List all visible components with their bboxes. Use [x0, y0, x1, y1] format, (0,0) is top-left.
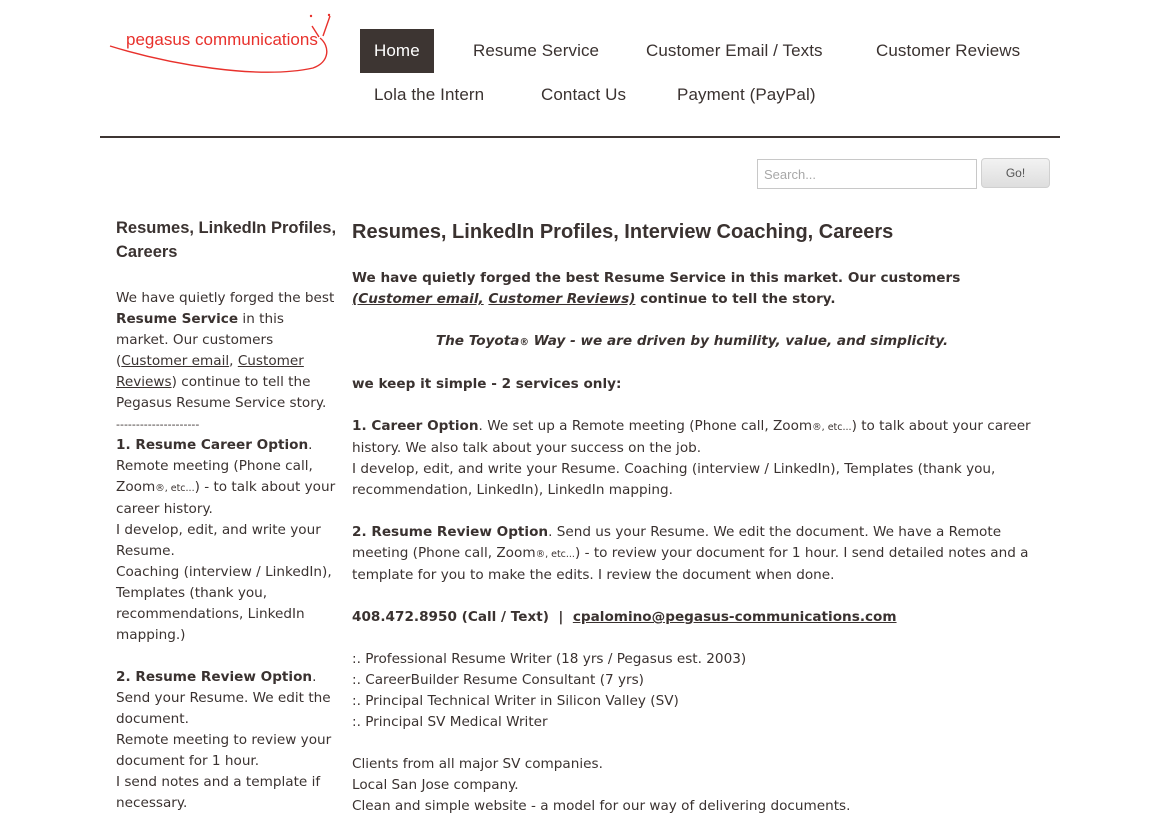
services-intro: we keep it simple - 2 services only:	[352, 376, 622, 392]
nav-customer-email-texts[interactable]: Customer Email / Texts	[632, 29, 837, 73]
career-option: 1. Career Option. We set up a Remote mee…	[352, 418, 1031, 456]
motto: The Toyota® Way - we are driven by humil…	[435, 333, 949, 349]
contact-line: 408.472.8950 (Call / Text) | cpalomino@p…	[352, 607, 1032, 628]
nav-payment-paypal[interactable]: Payment (PayPal)	[663, 73, 830, 117]
nav-resume-service[interactable]: Resume Service	[459, 29, 613, 73]
main-intro: We have quietly forged the best Resume S…	[352, 270, 961, 307]
search-input[interactable]	[757, 159, 977, 189]
review-option: 2. Resume Review Option. Send us your Re…	[352, 524, 1029, 583]
credential-item: :. CareerBuilder Resume Consultant (7 yr…	[352, 672, 644, 688]
nav-contact-us[interactable]: Contact Us	[527, 73, 640, 117]
credential-item: :. Principal Technical Writer in Silicon…	[352, 693, 679, 709]
sidebar-option-1: 1. Resume Career Option.	[116, 437, 313, 453]
search-go-button[interactable]: Go!	[981, 158, 1050, 188]
sidebar-option-2: 2. Resume Review Option. Send your Resum…	[116, 669, 331, 727]
svg-text:pegasus communications: pegasus communications	[126, 30, 318, 49]
sidebar-divider: ---------------------	[116, 418, 200, 431]
sidebar-intro: We have quietly forged the best Resume S…	[116, 290, 335, 411]
page-title: Resumes, LinkedIn Profiles, Interview Co…	[352, 221, 894, 243]
main-link-customer-email[interactable]: (Customer email,	[352, 291, 484, 307]
nav-customer-reviews[interactable]: Customer Reviews	[862, 29, 1034, 73]
credential-item: :. Principal SV Medical Writer	[352, 714, 548, 730]
closing-line: Clean and simple website - a model for o…	[352, 798, 851, 814]
sidebar-link-customer-email[interactable]: Customer email	[121, 353, 229, 369]
phone-number: 408.472.8950 (Call / Text) |	[352, 609, 573, 625]
main-content: Resumes, LinkedIn Profiles, Interview Co…	[352, 218, 1032, 817]
credential-item: :. Professional Resume Writer (18 yrs / …	[352, 651, 747, 667]
closing-line: Local San Jose company.	[352, 777, 519, 793]
logo-swoosh-icon: pegasus communications	[109, 13, 331, 73]
nav-home[interactable]: Home	[360, 29, 434, 73]
email-link[interactable]: cpalomino@pegasus-communications.com	[573, 609, 897, 625]
sidebar-title: Resumes, LinkedIn Profiles, Careers	[116, 219, 337, 261]
sidebar: Resumes, LinkedIn Profiles, Careers We h…	[116, 216, 338, 814]
pegasus-logo[interactable]: pegasus communications	[108, 6, 332, 82]
main-link-customer-reviews[interactable]: Customer Reviews)	[488, 291, 635, 307]
closing-line: Clients from all major SV companies.	[352, 756, 603, 772]
site-header: pegasus communications Home Resume Servi…	[100, 0, 1060, 138]
nav-lola-the-intern[interactable]: Lola the Intern	[360, 73, 498, 117]
